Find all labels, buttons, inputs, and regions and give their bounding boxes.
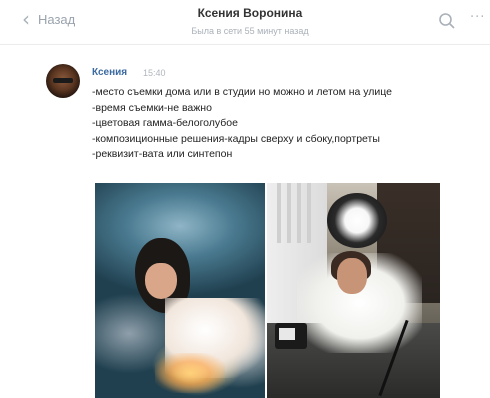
photo-glow (155, 353, 225, 393)
radiator-fin (307, 183, 311, 243)
message-time: 15:40 (143, 68, 166, 78)
attached-photo-2[interactable] (267, 183, 440, 398)
back-label: Назад (38, 11, 76, 27)
contact-status: Была в сети 55 минут назад (191, 26, 309, 36)
more-horizontal-icon[interactable]: ··· (470, 10, 485, 25)
back-button[interactable]: ‹ Назад (22, 7, 76, 31)
avatar-glasses (53, 78, 73, 83)
studio-light (327, 193, 387, 248)
photo-subject-face (145, 263, 177, 299)
message-line: -цветовая гамма-белоголубое (92, 117, 238, 129)
radiator-fin (287, 183, 291, 243)
avatar[interactable] (46, 64, 80, 98)
radiator-fin (297, 183, 301, 243)
search-icon[interactable] (438, 12, 456, 30)
photo-subject-face (337, 258, 367, 294)
attached-photo-1[interactable] (95, 183, 265, 398)
message-line: -реквизит-вата или синтепон (92, 148, 233, 160)
message-line: -место съемки дома или в студии но можно… (92, 86, 393, 98)
message-line: -время съемки-не важно (92, 101, 212, 114)
message-text: -место съемки дома или в студии но можно… (92, 85, 392, 163)
chat-header: ‹ Назад Ксения Воронина Была в сети 55 м… (0, 0, 490, 45)
chat-title[interactable]: Ксения Воронина Была в сети 55 минут наз… (150, 6, 350, 36)
contact-name: Ксения Воронина (197, 6, 303, 20)
camera-screen (279, 328, 295, 340)
radiator-fin (277, 183, 281, 243)
message-author[interactable]: Ксения (92, 67, 127, 78)
message-line: -композиционные решения-кадры сверху и с… (92, 132, 380, 145)
chevron-left-icon: ‹ (22, 7, 30, 31)
